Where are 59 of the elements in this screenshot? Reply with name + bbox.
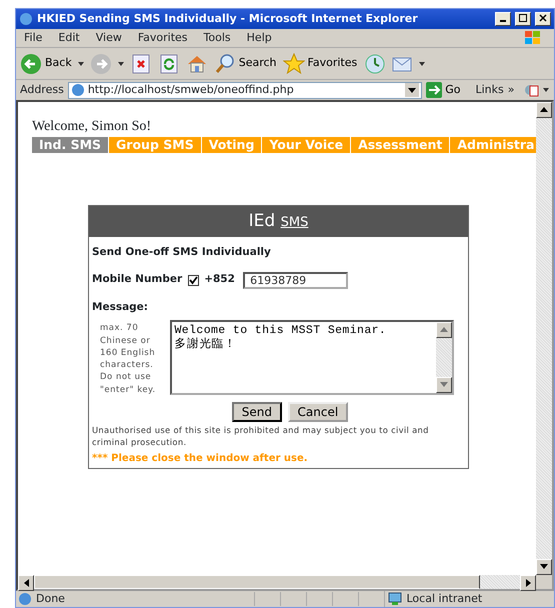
vertical-scrollbar[interactable] bbox=[536, 102, 552, 575]
go-button[interactable]: Go bbox=[426, 82, 460, 98]
disclaimer-text: Unauthorised use of this site is prohibited and may subject you to civil and criminal prosecution. bbox=[92, 424, 430, 448]
down-arrow-icon[interactable] bbox=[540, 564, 548, 570]
dropdown-arrow-icon[interactable] bbox=[118, 62, 124, 66]
hint-text: max. 70 Chinese or 160 English characters. Do not use "enter" key. bbox=[99, 322, 157, 396]
pdf-tool-icon[interactable] bbox=[524, 83, 550, 97]
minimize-button[interactable] bbox=[495, 12, 511, 26]
history-button[interactable] bbox=[363, 52, 386, 74]
star-icon bbox=[282, 52, 305, 74]
panel-header: IEd SMS bbox=[89, 206, 468, 237]
close-icon bbox=[539, 14, 547, 22]
back-button[interactable]: Back bbox=[20, 52, 72, 74]
status-text: Done bbox=[36, 590, 66, 607]
stop-button[interactable] bbox=[130, 52, 152, 74]
search-icon bbox=[214, 52, 236, 74]
country-code: +852 bbox=[204, 272, 235, 288]
network-icon bbox=[388, 592, 404, 606]
clock-icon bbox=[363, 52, 386, 74]
address-field[interactable]: http://localhost/smweb/oneoffind.php bbox=[68, 82, 422, 98]
dropdown-arrow-icon[interactable] bbox=[419, 62, 426, 66]
menu-item[interactable]: View bbox=[88, 30, 130, 46]
refresh-icon bbox=[158, 52, 180, 74]
phone-field[interactable]: 61938789 bbox=[243, 272, 348, 289]
menu-item[interactable]: Edit bbox=[50, 30, 88, 46]
field-label: Message: bbox=[92, 300, 149, 315]
nav-tab[interactable]: Ind. SMS bbox=[32, 137, 110, 153]
more-button[interactable]: » bbox=[508, 82, 514, 98]
favorites-button[interactable]: Favorites bbox=[282, 52, 358, 74]
left-arrow-icon[interactable] bbox=[24, 578, 28, 587]
menu-item[interactable]: Tools bbox=[196, 30, 239, 46]
field-label: Mobile Number bbox=[92, 272, 182, 288]
dropdown-button[interactable] bbox=[405, 83, 420, 97]
scrollbar-thumb[interactable] bbox=[34, 575, 480, 589]
maximize-icon bbox=[519, 14, 527, 22]
search-button[interactable]: Search bbox=[214, 52, 277, 74]
links-button[interactable]: Links bbox=[476, 82, 504, 98]
send-button[interactable]: Send bbox=[232, 402, 282, 422]
horizontal-scrollbar[interactable] bbox=[18, 575, 552, 589]
menu-item[interactable]: Help bbox=[238, 30, 280, 46]
stop-icon bbox=[130, 52, 152, 74]
zone-text: Local intranet bbox=[406, 590, 482, 607]
windows-logo-icon bbox=[523, 30, 543, 46]
close-button[interactable] bbox=[535, 12, 551, 26]
refresh-button[interactable] bbox=[158, 52, 180, 74]
menu-item[interactable]: Favorites bbox=[130, 30, 196, 46]
right-arrow-icon[interactable] bbox=[526, 578, 530, 587]
section-heading: Send One-off SMS Individually bbox=[92, 245, 272, 260]
window-title: HKIED Sending SMS Individually - Microsoft Internet Explorer bbox=[37, 10, 419, 27]
maximize-button[interactable] bbox=[515, 12, 531, 26]
checkbox[interactable] bbox=[188, 274, 199, 286]
dropdown-arrow-icon[interactable] bbox=[78, 62, 84, 66]
up-arrow-icon[interactable] bbox=[540, 107, 548, 112]
notice-text: *** Please close the window after use. bbox=[92, 452, 309, 466]
menu-item[interactable]: File bbox=[16, 30, 50, 46]
go-arrow-icon bbox=[426, 82, 442, 98]
cancel-button[interactable]: Cancel bbox=[288, 402, 348, 422]
welcome-text: Welcome, Simon So! bbox=[32, 118, 152, 136]
address-label: Address bbox=[20, 82, 64, 98]
